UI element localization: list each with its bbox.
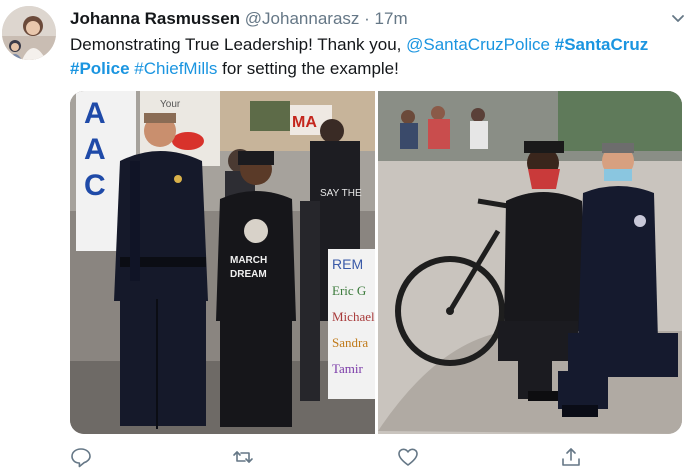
tweet: Johanna Rasmussen @Johannarasz · 17m Dem…	[0, 0, 700, 476]
retweet-icon[interactable]	[232, 446, 254, 468]
shirt-text-dream: DREAM	[230, 269, 267, 280]
sign-top-small-text: Your	[160, 99, 181, 110]
share-icon[interactable]	[560, 446, 582, 468]
tweet-media[interactable]: A A C Your MA SAY THE MARCH DREAM REM Er…	[70, 91, 682, 434]
hashtag-police[interactable]: #Police	[70, 59, 130, 78]
tweet-header: Johanna Rasmussen @Johannarasz · 17m	[70, 9, 408, 29]
photo-march[interactable]: A A C Your MA SAY THE MARCH DREAM REM Er…	[70, 91, 375, 434]
banner-letter-2: A	[84, 133, 106, 166]
sign-top-text: MA	[292, 114, 317, 131]
sign-line-4: Sandra	[332, 335, 368, 350]
tweet-text: Demonstrating True Leadership! Thank you…	[70, 33, 680, 81]
shirt-text-march: MARCH	[230, 255, 267, 266]
sign-line-2: Eric G	[332, 283, 366, 298]
tweet-actions	[70, 446, 680, 472]
banner-letter-3: C	[84, 169, 106, 202]
author-name[interactable]: Johanna Rasmussen	[70, 9, 240, 28]
sign-line-3: Michael	[332, 309, 375, 324]
banner-letter-1: A	[84, 97, 106, 130]
hoodie-text: SAY THE	[320, 188, 362, 199]
hashtag-chiefmills[interactable]: #ChiefMills	[134, 59, 217, 78]
reply-icon[interactable]	[70, 446, 92, 468]
hashtag-santacruz[interactable]: #SantaCruz	[555, 35, 649, 54]
tweet-text-intro: Demonstrating True Leadership! Thank you…	[70, 35, 407, 54]
author-handle[interactable]: @Johannarasz	[245, 9, 360, 28]
sign-line-1: REM	[332, 256, 363, 272]
separator-dot: ·	[364, 9, 370, 28]
tweet-timestamp[interactable]: 17m	[375, 9, 408, 28]
avatar-photo	[2, 6, 56, 60]
photo-kneeling[interactable]	[378, 91, 682, 434]
tweet-text-outro: for setting the example!	[217, 59, 399, 78]
like-icon[interactable]	[397, 446, 419, 468]
chevron-down-icon[interactable]	[670, 10, 686, 26]
mention-link[interactable]: @SantaCruzPolice	[406, 35, 550, 54]
avatar[interactable]	[2, 6, 56, 60]
sign-line-5: Tamir	[332, 361, 364, 376]
